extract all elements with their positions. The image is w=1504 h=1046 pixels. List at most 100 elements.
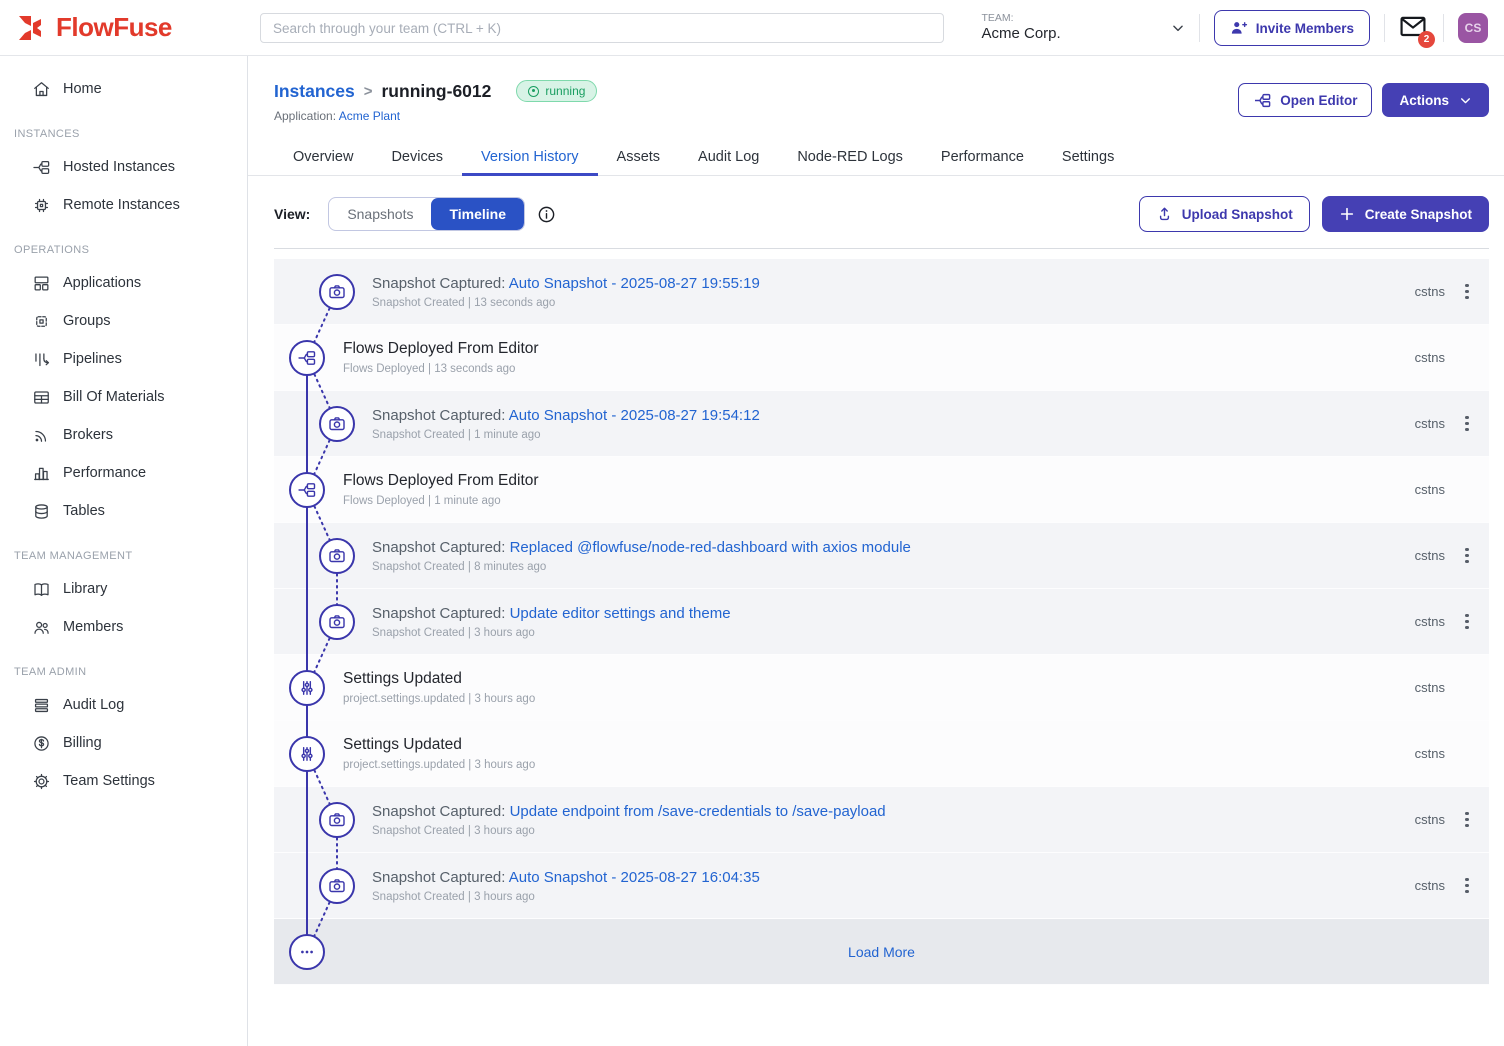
info-icon[interactable] <box>537 205 556 224</box>
sidebar-item-label: Pipelines <box>63 351 122 367</box>
tab-performance[interactable]: Performance <box>922 139 1043 175</box>
snapshot-name-link[interactable]: Auto Snapshot - 2025-08-27 19:54:12 <box>509 407 760 424</box>
sidebar-item-groups[interactable]: Groups <box>0 302 247 340</box>
sidebar-item-label: Hosted Instances <box>63 159 175 175</box>
snapshot-name-link[interactable]: Update endpoint from /save-credentials t… <box>510 803 886 820</box>
header-divider <box>1443 14 1444 42</box>
sidebar-section-label: OPERATIONS <box>0 224 247 264</box>
sidebar-item-label: Applications <box>63 275 141 291</box>
sidebar-section-label: TEAM MANAGEMENT <box>0 530 247 570</box>
kebab-menu-icon[interactable] <box>1445 544 1489 567</box>
header-divider <box>1384 14 1385 42</box>
tab-version-history[interactable]: Version History <box>462 139 598 175</box>
timeline-meta: Snapshot Created | 13 seconds ago <box>372 297 760 309</box>
kebab-menu-icon[interactable] <box>1445 808 1489 831</box>
sidebar-item-label: Billing <box>63 735 102 751</box>
timeline-meta: Snapshot Created | 3 hours ago <box>372 891 760 903</box>
library-icon <box>32 580 51 599</box>
team-label: TEAM: <box>982 12 1061 25</box>
load-more-link[interactable]: Load More <box>848 944 915 960</box>
sidebar-item-members[interactable]: Members <box>0 608 247 646</box>
upload-snapshot-label: Upload Snapshot <box>1182 207 1293 222</box>
snapshot-name-link[interactable]: Auto Snapshot - 2025-08-27 16:04:35 <box>509 869 760 886</box>
home-icon <box>32 80 51 99</box>
search-input[interactable] <box>260 13 944 43</box>
sidebar-item-label: Team Settings <box>63 773 155 789</box>
invite-members-button[interactable]: Invite Members <box>1214 10 1370 46</box>
flowfuse-logo[interactable]: FlowFuse <box>18 12 172 43</box>
timeline-meta: Snapshot Created | 3 hours ago <box>372 825 886 837</box>
snapshot-name-link[interactable]: Auto Snapshot - 2025-08-27 19:55:19 <box>509 275 760 292</box>
sidebar-item-label: Library <box>63 581 107 597</box>
sidebar-item-library[interactable]: Library <box>0 570 247 608</box>
sidebar-item-remote-instances[interactable]: Remote Instances <box>0 186 247 224</box>
sidebar-item-applications[interactable]: Applications <box>0 264 247 302</box>
timeline-row-event: Settings Updatedproject.settings.updated… <box>274 721 1489 787</box>
tab-settings[interactable]: Settings <box>1043 139 1133 175</box>
kebab-menu-icon[interactable] <box>1445 280 1489 303</box>
open-editor-button[interactable]: Open Editor <box>1238 83 1372 117</box>
kebab-menu-icon[interactable] <box>1445 874 1489 897</box>
event-title: Settings Updated <box>343 670 535 688</box>
toggle-timeline[interactable]: Timeline <box>431 198 524 230</box>
toggle-snapshots[interactable]: Snapshots <box>329 198 431 230</box>
timeline-user: cstns <box>1415 416 1445 431</box>
timeline-row-snapshot: Snapshot Captured: Replaced @flowfuse/no… <box>274 523 1489 589</box>
bill-of-materials-icon <box>32 388 51 407</box>
timeline-user: cstns <box>1415 680 1445 695</box>
avatar[interactable]: CS <box>1458 13 1488 43</box>
sidebar-item-hosted-instances[interactable]: Hosted Instances <box>0 148 247 186</box>
upload-snapshot-button[interactable]: Upload Snapshot <box>1139 196 1310 232</box>
sidebar-item-label: Bill Of Materials <box>63 389 165 405</box>
snapshot-title-prefix: Snapshot Captured: <box>372 605 510 622</box>
remote-instances-icon <box>32 196 51 215</box>
breadcrumb-instances-link[interactable]: Instances <box>274 81 355 102</box>
kebab-menu-icon[interactable] <box>1445 610 1489 633</box>
timeline-row-snapshot: Snapshot Captured: Auto Snapshot - 2025-… <box>274 853 1489 919</box>
plus-icon <box>1339 206 1355 222</box>
sidebar-item-billing[interactable]: Billing <box>0 724 247 762</box>
snapshot-name-link[interactable]: Replaced @flowfuse/node-red-dashboard wi… <box>510 539 911 556</box>
snapshot-title-prefix: Snapshot Captured: <box>372 539 510 556</box>
application-link[interactable]: Acme Plant <box>339 109 400 123</box>
notifications-mail-icon[interactable]: 2 <box>1399 15 1429 41</box>
sidebar-item-team-settings[interactable]: Team Settings <box>0 762 247 800</box>
timeline-user: cstns <box>1415 482 1445 497</box>
tab-overview[interactable]: Overview <box>274 139 372 175</box>
sidebar-item-brokers[interactable]: Brokers <box>0 416 247 454</box>
header-divider <box>1199 14 1200 42</box>
notification-badge: 2 <box>1418 31 1435 48</box>
event-title: Flows Deployed From Editor <box>343 340 539 358</box>
event-title: Settings Updated <box>343 736 535 754</box>
snapshot-title-prefix: Snapshot Captured: <box>372 803 510 820</box>
sidebar-item-bill-of-materials[interactable]: Bill Of Materials <box>0 378 247 416</box>
sidebar-item-label: Brokers <box>63 427 113 443</box>
tab-devices[interactable]: Devices <box>372 139 462 175</box>
timeline-user: cstns <box>1415 284 1445 299</box>
status-badge: running <box>516 80 597 102</box>
team-selector[interactable]: TEAM: Acme Corp. <box>982 12 1185 44</box>
tab-node-red-logs[interactable]: Node-RED Logs <box>778 139 922 175</box>
kebab-menu-icon[interactable] <box>1445 412 1489 435</box>
brokers-icon <box>32 426 51 445</box>
create-snapshot-label: Create Snapshot <box>1365 207 1472 222</box>
create-snapshot-button[interactable]: Create Snapshot <box>1322 196 1489 232</box>
hosted-instances-icon <box>32 158 51 177</box>
sidebar-item-audit-log[interactable]: Audit Log <box>0 686 247 724</box>
status-dot-icon <box>528 86 539 97</box>
top-header: FlowFuse TEAM: Acme Corp. Invite Members <box>0 0 1504 56</box>
sidebar-item-tables[interactable]: Tables <box>0 492 247 530</box>
sidebar-item-label: Groups <box>63 313 111 329</box>
timeline: Snapshot Captured: Auto Snapshot - 2025-… <box>274 259 1489 985</box>
tab-assets[interactable]: Assets <box>598 139 680 175</box>
actions-button[interactable]: Actions <box>1382 83 1489 117</box>
sidebar-item-pipelines[interactable]: Pipelines <box>0 340 247 378</box>
load-more-row: Load More <box>274 919 1489 985</box>
snapshot-name-link[interactable]: Update editor settings and theme <box>510 605 731 622</box>
audit-log-icon <box>32 696 51 715</box>
sidebar-item-home[interactable]: Home <box>0 70 247 108</box>
tab-audit-log[interactable]: Audit Log <box>679 139 778 175</box>
sidebar-item-label: Performance <box>63 465 146 481</box>
sidebar-item-performance[interactable]: Performance <box>0 454 247 492</box>
breadcrumb-separator: > <box>364 83 373 100</box>
